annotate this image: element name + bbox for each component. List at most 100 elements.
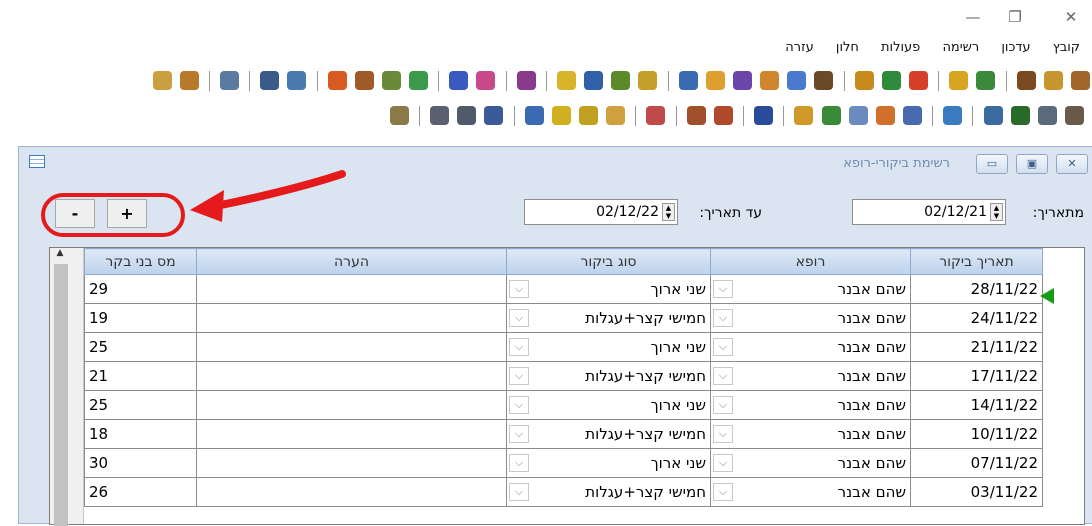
doctor-cell[interactable]: שהם אבנר ⌵ [710, 390, 911, 420]
report-icon[interactable] [516, 71, 536, 90]
cattle-count-cell[interactable]: 25 [84, 332, 197, 362]
person-icon[interactable] [584, 71, 604, 90]
cattle-count-cell[interactable]: 30 [84, 448, 197, 478]
visit-type-cell[interactable]: שני ארוך ⌵ [506, 274, 711, 304]
column-header-visit-date[interactable]: תאריך ביקור [910, 248, 1043, 275]
chevron-down-icon[interactable]: ⌵ [509, 396, 529, 414]
visit-type-cell[interactable]: שני ארוך ⌵ [506, 332, 711, 362]
hierarchy-icon[interactable] [389, 106, 409, 125]
add-user-icon[interactable] [821, 106, 841, 125]
note-cell[interactable] [196, 361, 507, 391]
table-row[interactable]: 28/11/22 שהם אבנר ⌵ שני ארוך ⌵ 29 [84, 274, 1043, 304]
menu-file[interactable]: קובץ [1053, 40, 1080, 55]
visit-type-cell[interactable]: שני ארוך ⌵ [506, 448, 711, 478]
note-cell[interactable] [196, 274, 507, 304]
table-icon[interactable] [449, 71, 469, 90]
chevron-down-icon[interactable]: ⌵ [509, 454, 529, 472]
print-preview-icon[interactable] [457, 106, 477, 125]
column-header-cattle-count[interactable]: מס בני בקר [84, 248, 197, 275]
upload-icon[interactable] [909, 71, 929, 90]
doctor-cell[interactable]: שהם אבנר ⌵ [710, 361, 911, 391]
filter-clear-icon[interactable] [579, 106, 599, 125]
doctor-cell[interactable]: שהם אבנר ⌵ [710, 419, 911, 449]
doctor-cell[interactable]: שהם אבנר ⌵ [710, 332, 911, 362]
filter-icon[interactable] [551, 106, 571, 125]
table-row[interactable]: 24/11/22 שהם אבנר ⌵ חמישי קצר+עגלות ⌵ 19 [84, 303, 1043, 333]
cattle-count-cell[interactable]: 25 [84, 390, 197, 420]
cattle-count-cell[interactable]: 26 [84, 477, 197, 507]
visit-type-cell[interactable]: שני ארוך ⌵ [506, 390, 711, 420]
child-maximize-button[interactable]: ▣ [1016, 154, 1048, 174]
calendar-icon[interactable] [678, 71, 698, 90]
tools-icon[interactable] [354, 71, 374, 90]
undo-icon[interactable] [646, 106, 666, 125]
note-cell[interactable] [196, 419, 507, 449]
menu-window[interactable]: חלון [836, 40, 859, 55]
table-row[interactable]: 14/11/22 שהם אבנר ⌵ שני ארוך ⌵ 25 [84, 390, 1043, 420]
note-cell[interactable] [196, 303, 507, 333]
visit-date-cell[interactable]: 10/11/22 [910, 419, 1043, 449]
syringe-icon[interactable] [787, 71, 807, 90]
calf-icon[interactable] [1043, 71, 1063, 90]
export-icon[interactable] [794, 106, 814, 125]
cattle-count-cell[interactable]: 29 [84, 274, 197, 304]
magnify-icon[interactable] [983, 106, 1003, 125]
column-header-visit-type[interactable]: סוג ביקור [506, 248, 711, 275]
user-icon[interactable] [760, 71, 780, 90]
foot-icon[interactable] [1010, 106, 1030, 125]
window-icon[interactable] [484, 106, 504, 125]
table-row[interactable]: 17/11/22 שהם אבנר ⌵ חמישי קצר+עגלות ⌵ 21 [84, 361, 1043, 391]
chevron-down-icon[interactable]: ⌵ [713, 309, 733, 327]
visit-date-cell[interactable]: 24/11/22 [910, 303, 1043, 333]
medal-icon[interactable] [327, 71, 347, 90]
barrel-icon[interactable] [611, 71, 631, 90]
notebook-icon[interactable] [976, 71, 996, 90]
child-close-button[interactable]: ✕ [1056, 154, 1088, 174]
from-date-spinner[interactable]: ▲ ▼ [990, 203, 1003, 221]
visit-date-cell[interactable]: 17/11/22 [910, 361, 1043, 391]
grid-icon[interactable] [686, 106, 706, 125]
chevron-down-icon[interactable]: ⌵ [713, 454, 733, 472]
note-cell[interactable] [196, 332, 507, 362]
chevron-down-icon[interactable]: ⌵ [713, 367, 733, 385]
note-cell[interactable] [196, 390, 507, 420]
wand-icon[interactable] [733, 71, 753, 90]
close-button[interactable]: ✕ [1054, 8, 1088, 26]
to-date-field[interactable]: 02/12/22 ▲ ▼ [524, 199, 678, 225]
tree-icon[interactable] [409, 71, 429, 90]
download-icon[interactable] [881, 71, 901, 90]
chevron-down-icon[interactable]: ⌵ [713, 338, 733, 356]
minimize-button[interactable]: — [956, 8, 990, 26]
visit-date-cell[interactable]: 28/11/22 [910, 274, 1043, 304]
menu-list[interactable]: רשימה [942, 40, 979, 55]
table-row[interactable]: 10/11/22 שהם אבנר ⌵ חמישי קצר+עגלות ⌵ 18 [84, 419, 1043, 449]
scroll-up-arrow[interactable]: ▲ [53, 248, 67, 262]
clipboard-icon[interactable] [943, 106, 963, 125]
edit-icon[interactable] [848, 106, 868, 125]
doctor-cell[interactable]: שהם אבנר ⌵ [710, 477, 911, 507]
chevron-down-icon[interactable]: ⌵ [713, 425, 733, 443]
restore-button[interactable]: ❐ [998, 8, 1032, 26]
to-date-spinner[interactable]: ▲ ▼ [662, 203, 675, 221]
table-row[interactable]: 07/11/22 שהם אבנר ⌵ שני ארוך ⌵ 30 [84, 448, 1043, 478]
gear-icon[interactable] [875, 106, 895, 125]
hammer-icon[interactable] [1065, 106, 1084, 125]
grain-icon[interactable] [638, 71, 658, 90]
visit-type-cell[interactable]: חמישי קצר+עגלות ⌵ [506, 419, 711, 449]
note-cell[interactable] [196, 477, 507, 507]
chevron-down-icon[interactable]: ⌵ [509, 280, 529, 298]
visit-type-cell[interactable]: חמישי קצר+עגלות ⌵ [506, 303, 711, 333]
chevron-down-icon[interactable]: ⌵ [713, 483, 733, 501]
chart-icon[interactable] [476, 71, 496, 90]
percent-icon[interactable] [152, 71, 172, 90]
column-header-note[interactable]: הערה [196, 248, 507, 275]
print-icon[interactable] [430, 106, 450, 125]
doctor-cell[interactable]: שהם אבנר ⌵ [710, 448, 911, 478]
folder-icon[interactable] [949, 71, 969, 90]
visit-date-cell[interactable]: 14/11/22 [910, 390, 1043, 420]
sort-icon[interactable] [524, 106, 544, 125]
note-cell[interactable] [196, 448, 507, 478]
child-minimize-button[interactable]: ▭ [976, 154, 1008, 174]
dots-icon[interactable] [903, 106, 923, 125]
eye-icon[interactable] [1037, 106, 1057, 125]
